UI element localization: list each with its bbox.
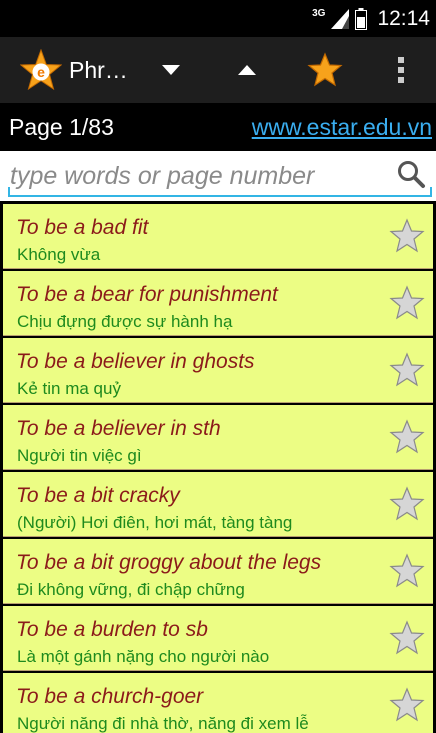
meaning-text: Chịu đựng được sự hành hạ [17,312,233,331]
star-outline-icon[interactable] [389,620,425,656]
star-outline-icon[interactable] [389,285,425,321]
meaning-text: Đi không vững, đi chập chững [17,580,245,599]
meaning-text: Người tin việc gì [17,446,142,465]
star-outline-icon[interactable] [389,419,425,455]
page-indicator: Page 1/83 [9,114,114,140]
search-input[interactable] [8,157,378,195]
signal-icon [331,9,350,29]
list-item[interactable]: To be a bad fit Không vừa [3,204,433,269]
phrase-text: To be a believer in sth [16,417,221,440]
clock: 12:14 [377,7,430,30]
previous-page-button[interactable] [222,45,272,95]
action-bar: e Phr… [0,37,436,103]
search-underline [8,195,432,197]
search-underline-right [430,187,432,197]
list-item[interactable]: To be a bit groggy about the legs Đi khô… [3,539,433,604]
star-outline-icon[interactable] [389,486,425,522]
list-item[interactable]: To be a bit cracky (Người) Hơi điên, hơi… [3,472,433,537]
info-bar: Page 1/83 www.estar.edu.vn [0,103,436,151]
overflow-menu-button[interactable] [376,45,426,95]
phrase-text: To be a bit groggy about the legs [16,551,322,574]
chevron-down-icon [162,65,180,75]
meaning-text: Kẻ tin ma quỷ [17,379,121,398]
favorites-button[interactable] [300,45,350,95]
star-outline-icon[interactable] [389,687,425,723]
next-page-button[interactable] [146,45,196,95]
search-icon[interactable] [396,159,426,189]
star-outline-icon[interactable] [389,218,425,254]
app-logo-icon[interactable]: e [20,49,62,91]
star-outline-icon[interactable] [389,352,425,388]
list-item[interactable]: To be a bear for punishment Chịu đựng đư… [3,271,433,336]
svg-text:e: e [37,64,45,80]
search-bar [0,151,436,201]
phrase-text: To be a believer in ghosts [16,350,255,373]
meaning-text: Không vừa [17,245,101,264]
star-outline-icon[interactable] [389,553,425,589]
phrase-text: To be a burden to sb [16,618,208,641]
status-bar: 3G 12:14 [0,0,436,37]
website-link[interactable]: www.estar.edu.vn [252,114,432,141]
phrase-text: To be a bad fit [16,216,149,239]
list-item[interactable]: To be a burden to sb Là một gánh nặng ch… [3,606,433,671]
battery-icon [355,8,368,30]
phrase-text: To be a bear for punishment [16,283,278,306]
overflow-menu-icon [398,57,404,83]
list-item[interactable]: To be a believer in ghosts Kẻ tin ma quỷ [3,338,433,403]
meaning-text: (Người) Hơi điên, hơi mát, tàng tàng [17,513,293,532]
phrase-text: To be a church-goer [16,685,204,708]
network-type-label: 3G [312,7,326,19]
list-item[interactable]: To be a believer in sth Người tin việc g… [3,405,433,470]
status-icons: 3G 12:14 [312,5,430,33]
list-item[interactable]: To be a church-goer Người năng đi nhà th… [3,673,433,733]
meaning-text: Người năng đi nhà thờ, năng đi xem lễ [17,714,309,733]
app-title[interactable]: Phr… [69,57,128,84]
meaning-text: Là một gánh nặng cho người nào [17,647,270,666]
chevron-up-icon [238,65,256,75]
phrase-text: To be a bit cracky [16,484,180,507]
star-icon [307,52,343,87]
phrase-list: To be a bad fit Không vừa To be a bear f… [0,201,436,733]
